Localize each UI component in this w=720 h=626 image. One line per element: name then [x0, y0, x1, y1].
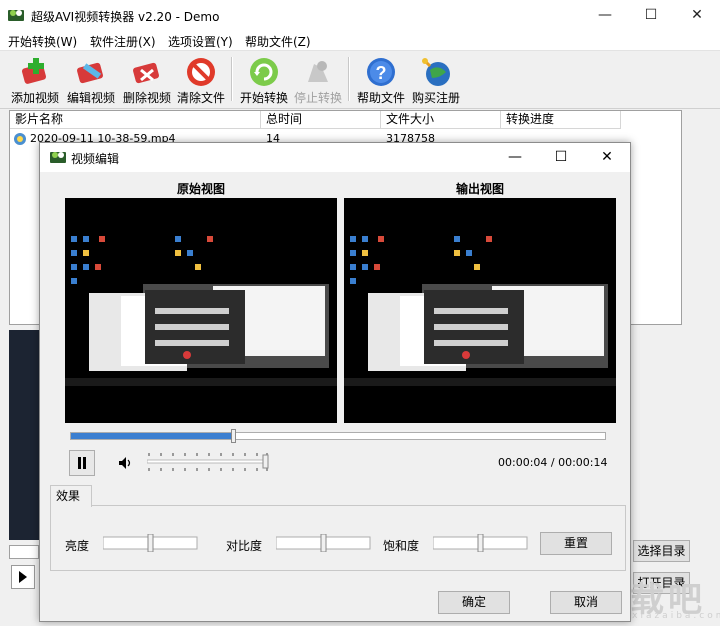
delete-video-button[interactable]: 删除视频	[120, 54, 174, 106]
dialog-close-button[interactable]: ✕	[584, 143, 630, 172]
seek-bar[interactable]	[70, 429, 606, 443]
seek-progress-fill	[71, 433, 231, 439]
stop-convert-button[interactable]: 停止转换	[291, 54, 345, 106]
start-convert-icon	[250, 58, 278, 86]
column-header-progress[interactable]: 转换进度	[501, 111, 621, 129]
window-title: 超级AVI视频转换器 v2.20 - Demo	[31, 10, 220, 24]
buy-register-icon	[422, 58, 450, 86]
dialog-maximize-button[interactable]: ☐	[538, 143, 584, 172]
clear-files-button[interactable]: 清除文件	[174, 54, 228, 106]
help-icon: ?	[367, 58, 395, 86]
app-logo-icon	[8, 10, 24, 21]
edit-video-button[interactable]: 编辑视频	[64, 54, 118, 106]
delete-video-label: 删除视频	[122, 91, 171, 105]
menu-start-convert[interactable]: 开始转换(W)	[8, 33, 77, 50]
play-icon	[19, 571, 27, 583]
toolbar: 添加视频 编辑视频 删除视频 清除文件 开始转换 停止转换 ? 帮助文件 购买注…	[0, 51, 720, 109]
svg-text:?: ?	[376, 63, 387, 83]
main-play-button[interactable]	[11, 565, 35, 589]
contrast-slider[interactable]	[276, 534, 372, 552]
main-seek-slider[interactable]	[9, 545, 39, 559]
buy-register-label: 购买注册	[411, 91, 460, 105]
stop-convert-icon	[308, 61, 328, 82]
video-file-icon	[14, 133, 26, 145]
edit-video-label: 编辑视频	[66, 91, 115, 105]
delete-video-icon	[133, 62, 159, 84]
menu-options[interactable]: 选项设置(Y)	[168, 33, 233, 50]
add-video-icon	[21, 58, 47, 84]
source-video-frame	[65, 198, 337, 423]
stop-convert-label: 停止转换	[293, 91, 342, 105]
dialog-minimize-button[interactable]: —	[492, 143, 538, 172]
seek-thumb[interactable]	[231, 429, 236, 443]
help-label: 帮助文件	[356, 91, 405, 105]
add-video-label: 添加视频	[10, 91, 59, 105]
clear-files-icon	[187, 58, 215, 86]
output-view-label: 输出视图	[455, 182, 504, 196]
ok-button[interactable]: 确定	[438, 591, 510, 614]
add-video-button[interactable]: 添加视频	[8, 54, 62, 106]
source-screen-image	[65, 198, 337, 423]
dialog-titlebar: 视频编辑 — ☐ ✕	[40, 143, 630, 172]
saturation-slider[interactable]	[433, 534, 529, 552]
column-header-name[interactable]: 影片名称	[10, 111, 261, 129]
cancel-button[interactable]: 取消	[550, 591, 622, 614]
saturation-label: 饱和度	[383, 539, 420, 553]
time-display: 00:00:04 / 00:00:14	[498, 456, 608, 469]
close-button[interactable]: ✕	[674, 0, 720, 30]
brightness-slider[interactable]	[103, 534, 199, 552]
contrast-label: 对比度	[226, 539, 263, 553]
buy-register-button[interactable]: 购买注册	[409, 54, 463, 106]
edit-video-icon	[77, 62, 103, 84]
dialog-title: 视频编辑	[71, 152, 120, 166]
source-view-label: 原始视图	[176, 182, 225, 196]
tab-effects[interactable]: 效果	[50, 485, 92, 507]
pause-button[interactable]	[69, 450, 95, 476]
start-convert-label: 开始转换	[239, 91, 288, 105]
pause-icon	[78, 457, 86, 469]
help-button[interactable]: ? 帮助文件	[354, 54, 408, 106]
volume-icon[interactable]	[118, 456, 132, 470]
choose-dir-button[interactable]: 选择目录	[633, 540, 690, 562]
menu-help[interactable]: 帮助文件(Z)	[245, 33, 311, 50]
maximize-button[interactable]: ☐	[628, 0, 674, 30]
start-convert-button[interactable]: 开始转换	[237, 54, 291, 106]
minimize-button[interactable]: —	[582, 0, 628, 30]
output-video-frame	[344, 198, 616, 423]
reset-button[interactable]: 重置	[540, 532, 612, 555]
video-edit-dialog: 视频编辑 — ☐ ✕ 原始视图 输出视图 00:00:04 / 00:00:14…	[39, 142, 631, 622]
menubar: 开始转换(W) 软件注册(X) 选项设置(Y) 帮助文件(Z)	[0, 30, 720, 51]
column-header-size[interactable]: 文件大小	[381, 111, 501, 129]
column-header-duration[interactable]: 总时间	[261, 111, 381, 129]
volume-slider[interactable]	[147, 451, 269, 473]
clear-files-label: 清除文件	[176, 91, 225, 105]
brightness-label: 亮度	[65, 539, 90, 553]
main-titlebar: 超级AVI视频转换器 v2.20 - Demo — ☐ ✕	[0, 0, 720, 30]
dialog-logo-icon	[50, 152, 66, 163]
menu-register[interactable]: 软件注册(X)	[90, 33, 156, 50]
output-screen-image	[344, 198, 616, 423]
